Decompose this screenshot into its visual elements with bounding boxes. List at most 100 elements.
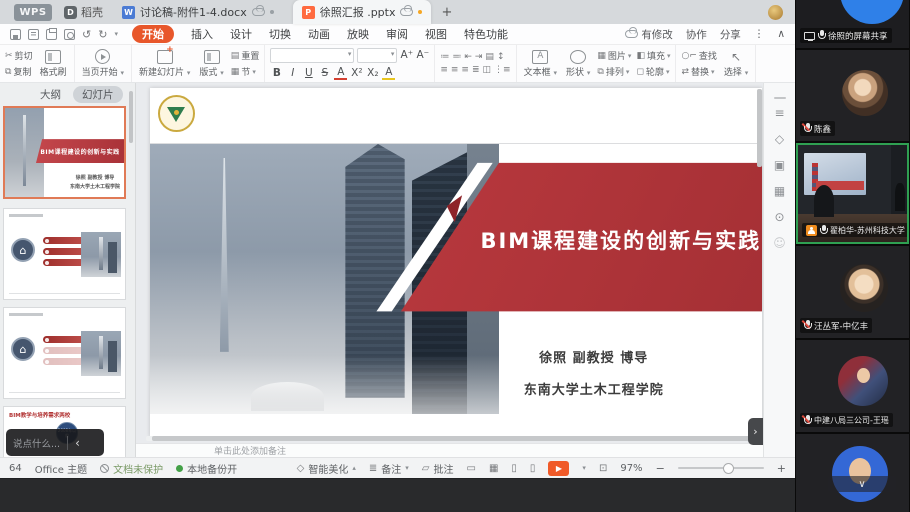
vertical-scrollbar[interactable] xyxy=(757,89,762,167)
justify-icon[interactable]: ≣ xyxy=(472,65,480,75)
bold-button[interactable]: B xyxy=(270,67,283,79)
normal-view-icon[interactable]: ▭ xyxy=(466,463,475,474)
zoom-out-button[interactable]: − xyxy=(656,462,665,475)
more-options-icon[interactable]: ⋮ xyxy=(754,28,765,40)
new-slide-button[interactable]: 新建幻灯片 ▾ xyxy=(137,50,192,78)
font-family-select[interactable] xyxy=(270,48,354,63)
reset-button[interactable]: ▤重置 xyxy=(231,49,260,62)
play-options-icon[interactable]: ▾ xyxy=(582,464,586,472)
chat-input-placeholder[interactable]: 说点什么... xyxy=(13,436,60,450)
align-center-icon[interactable]: ≡ xyxy=(451,65,459,75)
horizontal-scrollbar[interactable] xyxy=(146,436,753,441)
tab-special-features[interactable]: 特色功能 xyxy=(464,26,508,42)
notes-bar[interactable]: 单击此处添加备注 xyxy=(136,443,763,457)
print-preview-icon[interactable] xyxy=(64,29,75,40)
phone-remote-icon[interactable]: ▯ xyxy=(530,463,536,474)
play-from-current-button[interactable]: 当页开始 ▾ xyxy=(80,49,126,78)
beautify-wand-icon[interactable]: ◇ xyxy=(775,133,784,145)
slide-sorter-view-icon[interactable]: ▦ xyxy=(489,463,498,474)
participant-tile[interactable]: 中建八局三公司-王瑶 xyxy=(796,340,909,432)
subscript-button[interactable]: X₂ xyxy=(366,67,379,79)
backup-status[interactable]: 本地备份开 xyxy=(176,461,237,476)
tab-slides[interactable]: 幻灯片 xyxy=(73,86,123,103)
reading-view-icon[interactable]: ▯ xyxy=(511,463,517,474)
tab-transition[interactable]: 切换 xyxy=(269,26,291,42)
fit-screen-icon[interactable]: ⊡ xyxy=(599,463,607,474)
bullet-list-icon[interactable]: ≔ xyxy=(440,52,449,62)
notes-toggle-button[interactable]: ≣ 备注▾ xyxy=(369,461,409,476)
tab-slideshow[interactable]: 放映 xyxy=(347,26,369,42)
meeting-chat-bar[interactable]: 说点什么... ‹ xyxy=(6,429,104,456)
number-list-icon[interactable]: ≕ xyxy=(452,52,461,62)
tab-view[interactable]: 视图 xyxy=(425,26,447,42)
decrease-font-icon[interactable]: A⁻ xyxy=(416,49,429,61)
zoom-slider[interactable] xyxy=(678,467,764,469)
sticker-smiley-icon[interactable]: ☺ xyxy=(773,237,786,249)
numbering-options-icon[interactable]: ⋮≡ xyxy=(494,65,511,75)
tab-animation[interactable]: 动画 xyxy=(308,26,330,42)
collaborate-button[interactable]: 协作 xyxy=(686,27,707,42)
modified-status[interactable]: 有修改 xyxy=(625,27,673,42)
image-edit-icon[interactable]: ▦ xyxy=(774,185,785,197)
new-tab-button[interactable]: + xyxy=(441,5,452,20)
strikethrough-button[interactable]: S xyxy=(318,67,331,79)
find-button[interactable]: ○⌐查找 xyxy=(681,49,716,62)
line-spacing-icon[interactable]: ↕ xyxy=(497,52,505,62)
copy-button[interactable]: ⧉复制 xyxy=(5,65,33,78)
underline-button[interactable]: U xyxy=(302,67,315,79)
font-color-button[interactable]: A xyxy=(334,66,347,80)
docer-button[interactable]: D 稻壳 xyxy=(64,4,103,20)
tab-review[interactable]: 审阅 xyxy=(386,26,408,42)
chat-collapse-icon[interactable]: ‹ xyxy=(75,436,80,450)
smart-beautify-button[interactable]: ◇ 智能美化▴ xyxy=(297,461,356,476)
participant-tile[interactable]: ∨ xyxy=(796,434,909,512)
zoom-percentage[interactable]: 97% xyxy=(620,463,642,474)
redo-icon[interactable]: ↻ xyxy=(98,29,107,40)
save-icon[interactable] xyxy=(10,29,21,40)
participant-tile-screen-share[interactable]: 徐照的屏幕共享 xyxy=(796,0,909,48)
picture-button[interactable]: ▦图片 ▾ xyxy=(597,49,631,62)
increase-font-icon[interactable]: A⁺ xyxy=(400,49,413,61)
text-direction-icon[interactable]: ▤ xyxy=(485,52,494,62)
participant-tile-active-speaker[interactable]: 翟柏华-苏州科技大学 xyxy=(796,143,909,244)
qat-dropdown-icon[interactable]: ▾ xyxy=(114,30,118,38)
fill-button[interactable]: ◧填充 ▾ xyxy=(636,49,670,62)
document-tab-docx[interactable]: W 讨论稿-附件1-4.docx xyxy=(113,0,283,24)
collapse-ribbon-icon[interactable]: ∧ xyxy=(777,28,785,40)
select-button[interactable]: ↖ 选择 ▾ xyxy=(722,50,750,78)
outdent-icon[interactable]: ⇤ xyxy=(464,52,472,62)
tab-outline[interactable]: 大纲 xyxy=(40,87,61,102)
collapse-tiles-button[interactable]: ∨ xyxy=(828,476,896,492)
format-painter-button[interactable]: 格式刷 xyxy=(38,50,69,78)
slide-canvas[interactable]: BIM课程建设的创新与实践 徐照 副教授 博导 东南大学土木工程学院 xyxy=(150,88,762,437)
section-button[interactable]: ▦节 ▾ xyxy=(231,65,260,78)
superscript-button[interactable]: X² xyxy=(350,67,363,79)
undo-icon[interactable]: ↺ xyxy=(82,29,91,40)
panel-scrollbar[interactable] xyxy=(129,91,133,143)
slides-copy-icon[interactable]: ▣ xyxy=(774,159,785,171)
font-size-select[interactable] xyxy=(357,48,397,63)
align-left-icon[interactable]: ≡ xyxy=(440,65,448,75)
export-icon[interactable] xyxy=(28,29,39,40)
wps-menu-button[interactable]: WPS xyxy=(14,4,52,21)
document-tab-pptx-active[interactable]: P 徐照汇报 .pptx xyxy=(293,0,432,24)
share-button[interactable]: 分享 xyxy=(720,27,741,42)
tab-design[interactable]: 设计 xyxy=(230,26,252,42)
participant-tile[interactable]: 陈鑫 xyxy=(796,50,909,141)
shapes-button[interactable]: 形状 ▾ xyxy=(564,50,592,78)
tab-home[interactable]: 开始 xyxy=(132,25,174,43)
history-clock-icon[interactable]: ⊙ xyxy=(774,211,784,223)
indent-icon[interactable]: ⇥ xyxy=(475,52,483,62)
expand-panel-tab[interactable]: › xyxy=(748,418,763,445)
slide-thumbnail-1-selected[interactable]: BIM课程建设的创新与实践 徐照 副教授 博导 东南大学土木工程学院 xyxy=(3,106,126,199)
theme-name[interactable]: Office 主题 xyxy=(35,461,87,476)
rail-handle[interactable] xyxy=(774,97,786,99)
layout-button[interactable]: 版式 ▾ xyxy=(197,50,225,78)
replace-button[interactable]: ⇄替换 ▾ xyxy=(681,65,716,78)
properties-icon[interactable]: ≡ xyxy=(774,107,784,119)
arrange-button[interactable]: ⧉排列 ▾ xyxy=(597,65,631,78)
zoom-in-button[interactable]: + xyxy=(777,462,786,475)
tab-insert[interactable]: 插入 xyxy=(191,26,213,42)
participant-tile[interactable]: 汪丛军-中亿丰 xyxy=(796,246,909,338)
columns-icon[interactable]: ◫ xyxy=(483,65,492,75)
